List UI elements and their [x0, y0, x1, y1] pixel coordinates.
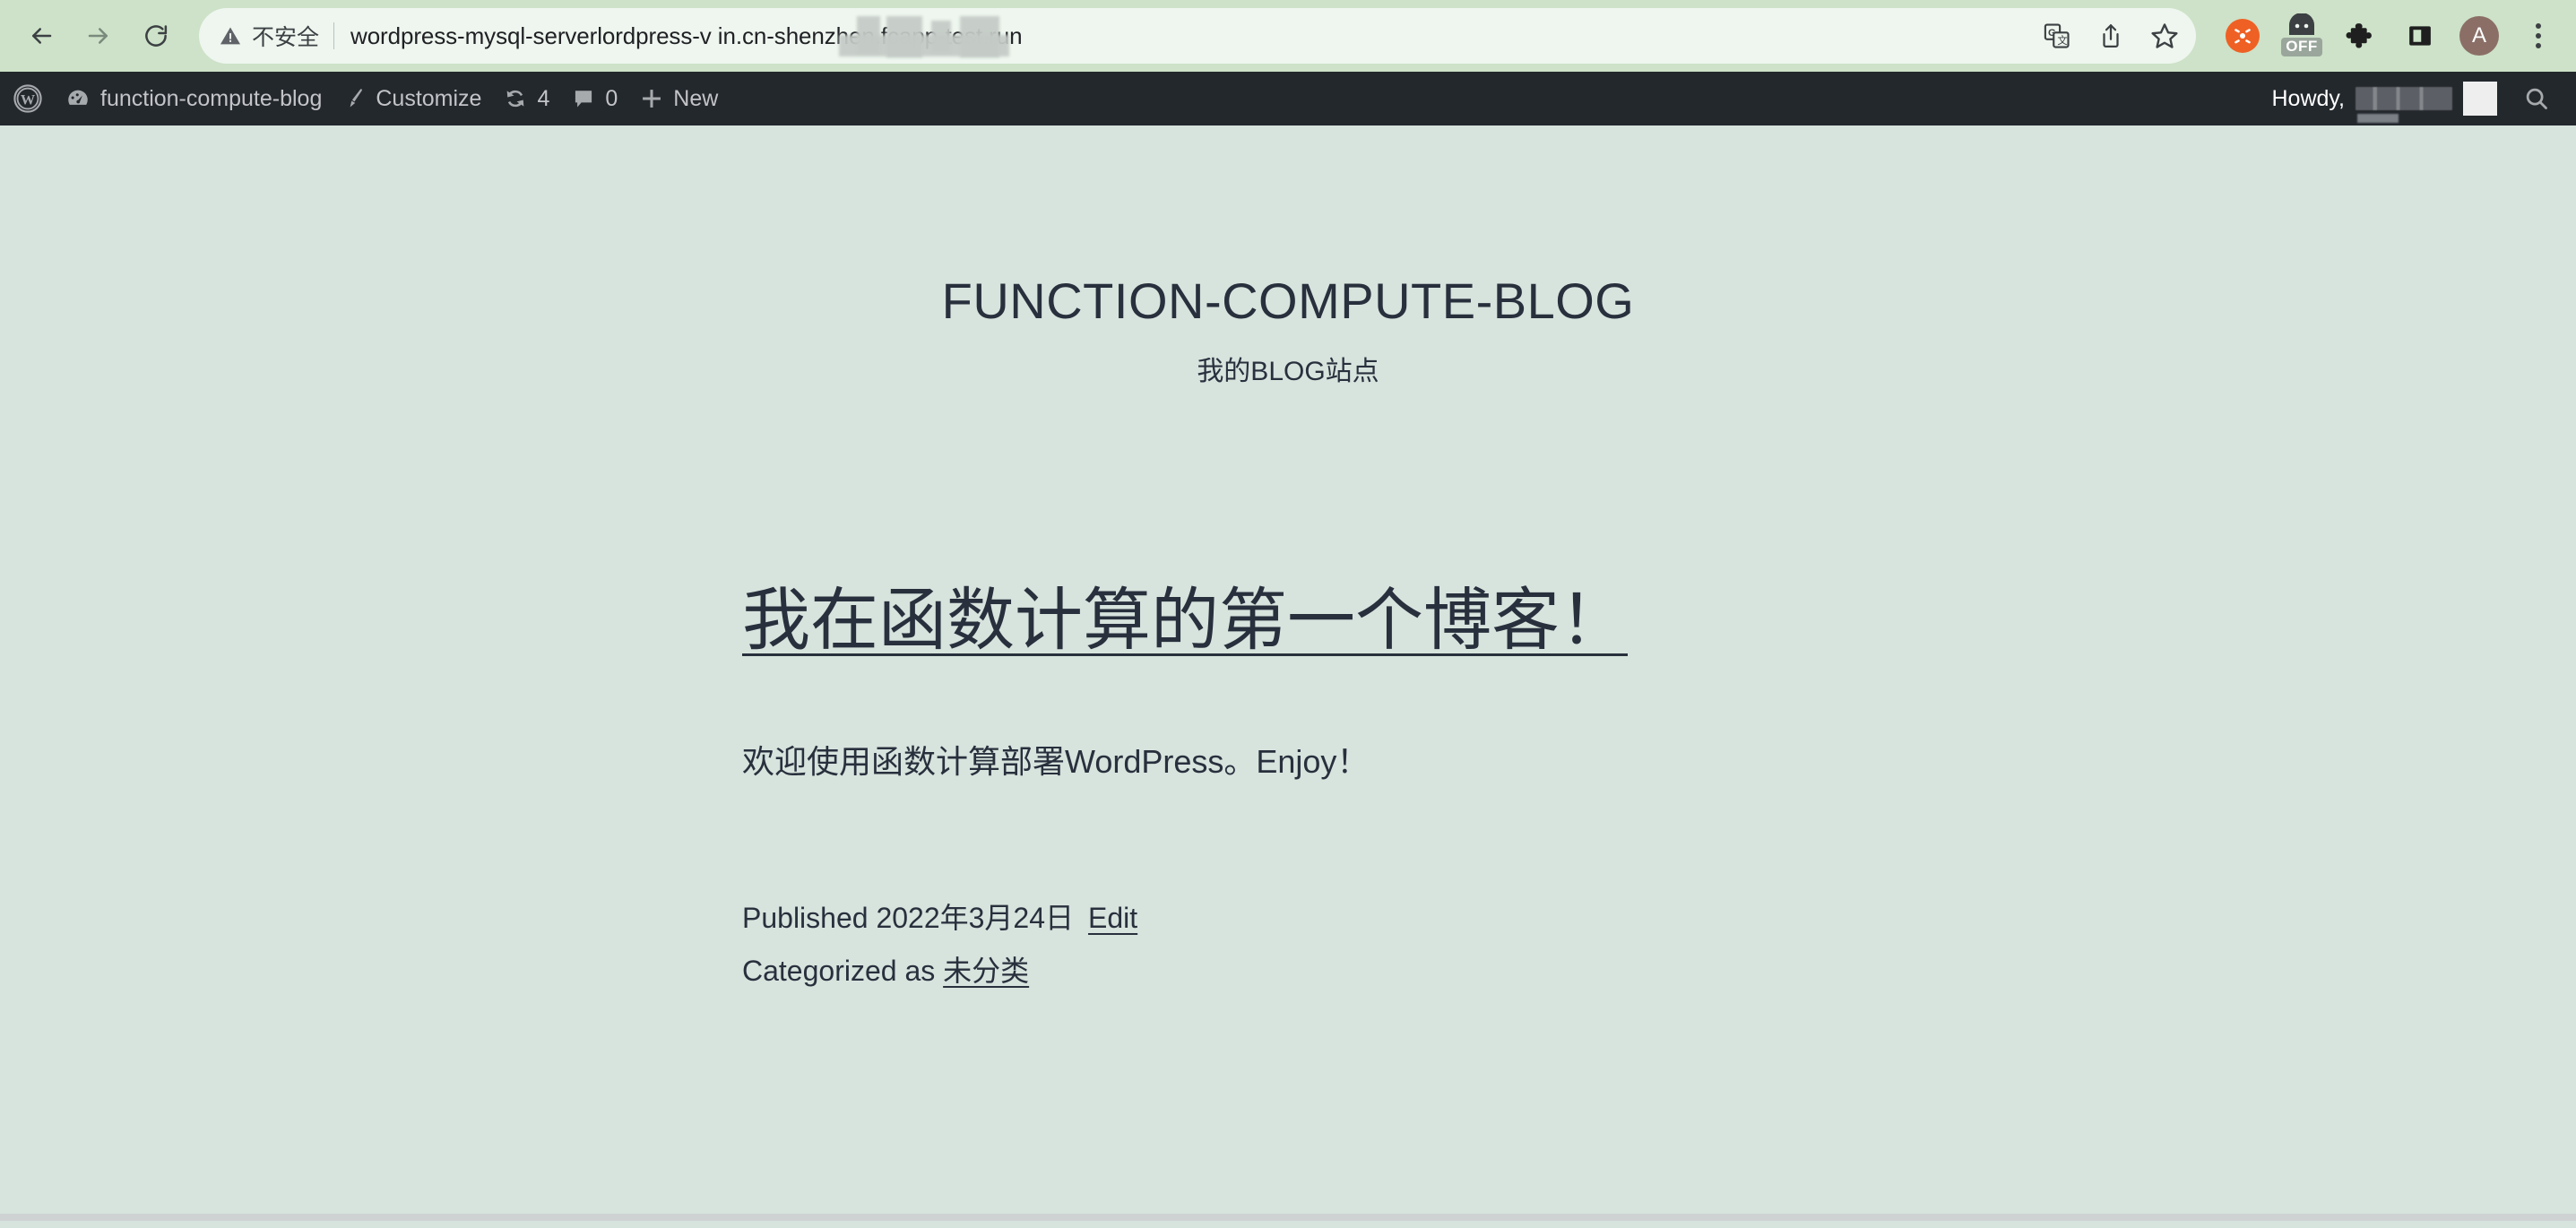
wordpress-logo-icon: W	[13, 84, 42, 113]
url-field[interactable]: wordpress-mysql-serverlordpress-v in.cn-…	[350, 8, 2031, 64]
star-icon	[2151, 23, 2178, 48]
adminbar-customize-label: Customize	[376, 85, 482, 111]
adminbar-comments-count: 0	[605, 85, 618, 111]
adminbar-site-name-label: function-compute-blog	[100, 85, 323, 111]
side-panel-icon	[2409, 26, 2431, 46]
page-content: FUNCTION-COMPUTE-BLOG 我的BLOG站点 我在函数计算的第一…	[0, 125, 2576, 1221]
extension-orange-button[interactable]	[2217, 11, 2268, 61]
reload-icon	[145, 25, 168, 47]
extension-off-icon: OFF	[2281, 13, 2322, 56]
site-title: FUNCTION-COMPUTE-BLOG	[941, 272, 1635, 329]
security-label: 不安全	[252, 25, 320, 50]
adminbar-customize[interactable]: Customize	[333, 72, 492, 125]
profile-button[interactable]: A	[2454, 11, 2504, 61]
puzzle-piece-icon	[2346, 23, 2372, 48]
post-category-link[interactable]: 未分类	[943, 955, 1029, 987]
extension-orange-icon	[2226, 19, 2260, 53]
post-edit-link[interactable]: Edit	[1088, 902, 1137, 934]
translate-icon: G 文	[2044, 23, 2070, 48]
howdy-username-redacted	[2356, 87, 2452, 110]
browser-extension-toolbar: OFF A	[2205, 11, 2563, 61]
browser-toolbar: 不安全 wordpress-mysql-serverlordpress-v in…	[0, 0, 2576, 72]
adminbar-updates-count: 4	[537, 85, 550, 111]
post-article: 我在函数计算的第一个博客！ 欢迎使用函数计算部署WordPress。Enjoy！…	[742, 388, 1907, 999]
three-dot-menu-icon	[2536, 23, 2541, 48]
warning-triangle-icon	[220, 27, 241, 45]
post-meta-category-row: Categorized as 未分类	[742, 945, 1907, 998]
omnibox-action-icons: G 文	[2031, 10, 2191, 62]
post-body-text: 欢迎使用函数计算部署WordPress。Enjoy！	[742, 742, 1370, 780]
browser-menu-button[interactable]	[2513, 11, 2563, 61]
site-header: FUNCTION-COMPUTE-BLOG 我的BLOG站点	[0, 125, 2576, 388]
post-title: 我在函数计算的第一个博客！	[742, 576, 1692, 666]
adminbar-search-button[interactable]	[2510, 72, 2563, 125]
search-icon	[2526, 88, 2547, 109]
paintbrush-icon	[350, 89, 363, 108]
site-security-chip[interactable]: 不安全	[219, 20, 333, 52]
adminbar-site-name[interactable]: function-compute-blog	[54, 72, 333, 125]
site-tagline: 我的BLOG站点	[1197, 356, 1379, 386]
adminbar-wp-logo[interactable]: W	[0, 72, 54, 125]
extension-off-glyph-icon	[2289, 13, 2314, 35]
arrow-right-icon	[88, 28, 108, 44]
arrow-left-icon	[32, 28, 52, 44]
back-button[interactable]	[13, 7, 70, 65]
adminbar-my-account[interactable]: Howdy,	[2259, 72, 2510, 125]
howdy-label: Howdy,	[2271, 85, 2345, 111]
translate-button[interactable]: G 文	[2031, 10, 2083, 62]
adminbar-new-label: New	[673, 85, 719, 111]
comment-bubble-icon	[575, 91, 592, 108]
extension-off-badge: OFF	[2281, 38, 2322, 56]
adminbar-new[interactable]: New	[628, 72, 729, 125]
share-icon	[2103, 24, 2119, 48]
svg-text:文: 文	[2057, 34, 2067, 47]
omnibox-divider	[333, 22, 335, 49]
reload-button[interactable]	[127, 7, 185, 65]
dashboard-gauge-icon	[68, 90, 88, 105]
share-button[interactable]	[2085, 10, 2137, 62]
url-text: wordpress-mysql-serverlordpress-v in.cn-…	[350, 22, 1023, 49]
svg-text:W: W	[21, 91, 36, 108]
adminbar-updates[interactable]: 4	[492, 72, 560, 125]
extension-off-button[interactable]: OFF	[2277, 11, 2327, 61]
extensions-button[interactable]	[2336, 11, 2386, 61]
bookmark-button[interactable]	[2139, 10, 2191, 62]
post-categorized-label: Categorized as	[742, 955, 936, 988]
side-panel-button[interactable]	[2395, 11, 2445, 61]
omnibox[interactable]: 不安全 wordpress-mysql-serverlordpress-v in…	[199, 8, 2196, 64]
post-meta-published-row: Published 2022年3月24日 Edit	[742, 892, 1907, 945]
post-published-label: Published 2022年3月24日	[742, 901, 1075, 934]
plus-icon	[643, 90, 661, 108]
adminbar-avatar	[2463, 82, 2497, 116]
post-title-link[interactable]: 我在函数计算的第一个博客！	[742, 583, 1628, 659]
avatar: A	[2459, 16, 2499, 56]
forward-button[interactable]	[70, 7, 127, 65]
extension-orange-glyph-icon	[2235, 29, 2251, 44]
adminbar-comments[interactable]: 0	[560, 72, 628, 125]
adminbar-right-group: Howdy,	[2259, 72, 2576, 125]
post-meta: Published 2022年3月24日 Edit Categorized as …	[742, 892, 1907, 998]
wordpress-admin-bar: W function-compute-blog Customize 4 0 Ne…	[0, 72, 2576, 125]
horizontal-scrollbar[interactable]	[0, 1214, 2576, 1221]
updates-refresh-icon	[507, 90, 524, 108]
